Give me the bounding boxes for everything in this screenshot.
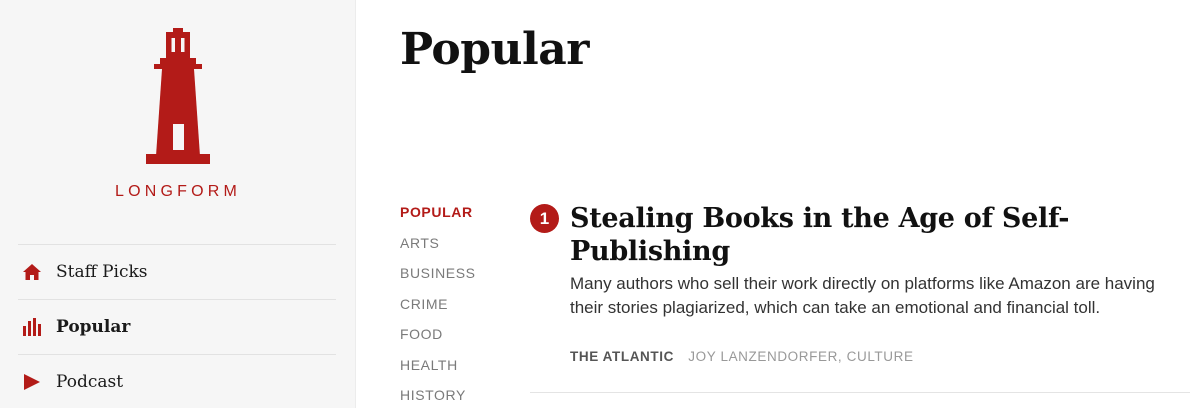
- category-food[interactable]: FOOD: [400, 324, 476, 355]
- category-health[interactable]: HEALTH: [400, 355, 476, 386]
- article-description: Many authors who sell their work directl…: [570, 274, 1155, 317]
- rank-badge: 1: [530, 204, 559, 233]
- sidebar-item-label: Podcast: [56, 372, 124, 392]
- sidebar-item-staff-picks[interactable]: Staff Picks: [18, 244, 336, 299]
- category-crime[interactable]: CRIME: [400, 294, 476, 325]
- sidebar: LONGFORM Staff Picks Popular Podcast: [0, 0, 356, 408]
- category-business[interactable]: BUSINESS: [400, 263, 476, 294]
- logo-link[interactable]: LONGFORM: [0, 0, 356, 215]
- home-icon: [23, 264, 41, 280]
- bar-chart-icon: [23, 318, 41, 336]
- article-title-link[interactable]: Stealing Books in the Age of Self-Publis…: [570, 202, 1180, 268]
- logo-text: LONGFORM: [114, 183, 242, 200]
- sidebar-item-podcast[interactable]: Podcast: [18, 354, 336, 408]
- sidebar-item-label: Popular: [56, 317, 131, 337]
- sidebar-item-label: Staff Picks: [56, 262, 148, 282]
- category-list: POPULAR ARTS BUSINESS CRIME FOOD HEALTH …: [400, 202, 476, 408]
- page-title: Popular: [400, 24, 589, 75]
- sidebar-nav: Staff Picks Popular Podcast: [18, 244, 336, 408]
- category-arts[interactable]: ARTS: [400, 233, 476, 264]
- author-link[interactable]: JOY LANZENDORFER, CULTURE: [688, 349, 913, 364]
- article-divider: [530, 392, 1190, 393]
- category-popular[interactable]: POPULAR: [400, 202, 476, 233]
- article-meta: THE ATLANTIC JOY LANZENDORFER, CULTURE: [570, 349, 1190, 364]
- page: LONGFORM Staff Picks Popular Podcast Pop…: [0, 0, 1200, 408]
- publication-link[interactable]: THE ATLANTIC: [570, 349, 674, 364]
- play-icon: [24, 374, 40, 390]
- sidebar-item-popular[interactable]: Popular: [18, 299, 336, 354]
- category-history[interactable]: HISTORY: [400, 385, 476, 408]
- lighthouse-logo-icon: [146, 28, 210, 164]
